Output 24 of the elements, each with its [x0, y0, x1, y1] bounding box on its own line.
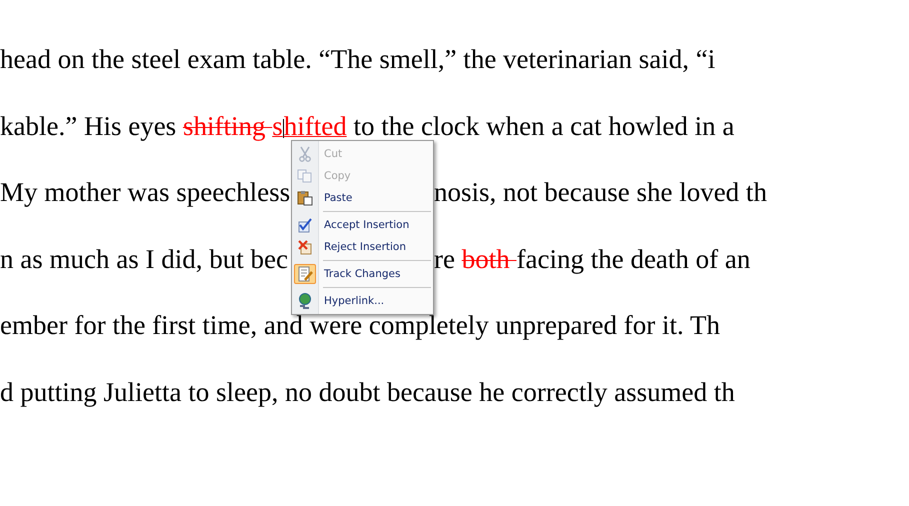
- globe-link-icon: [297, 293, 313, 309]
- menu-item[interactable]: Hyperlink...: [292, 290, 433, 312]
- copy-icon: [297, 169, 313, 183]
- scissors-icon: [298, 146, 312, 162]
- text-run: My mother was speechless: [0, 177, 290, 207]
- text-run: n as much as I did, but bec: [0, 244, 288, 274]
- text-run: head on the steel exam table. “The smell,” the veterinarian said, “i: [0, 44, 716, 74]
- text-run: nosis, not because she loved th: [434, 177, 767, 207]
- menu-item[interactable]: Paste: [292, 187, 433, 209]
- deleted-text: both: [462, 244, 511, 274]
- text-run: re: [434, 244, 456, 274]
- text-run: d putting Julietta to sleep, no doubt because he correctly assumed th: [0, 376, 735, 406]
- clipboard-icon: [297, 190, 313, 206]
- text-run: to the clock when a cat howled in a: [352, 110, 734, 140]
- inserted-text: hifted: [284, 110, 347, 140]
- inserted-text: s: [272, 110, 283, 140]
- text-run: kable.” His eyes: [0, 110, 178, 140]
- menu-item[interactable]: Reject Insertion: [292, 236, 433, 258]
- deleted-text: shifting: [182, 110, 266, 140]
- menu-item[interactable]: Track Changes: [292, 263, 433, 285]
- document-pencil-icon: [297, 266, 313, 282]
- menu-item[interactable]: Accept Insertion: [292, 214, 433, 236]
- text-run: facing the death of an: [516, 244, 750, 274]
- text-run: ember for the first time, and were completely unprepared for it. Th: [0, 310, 720, 340]
